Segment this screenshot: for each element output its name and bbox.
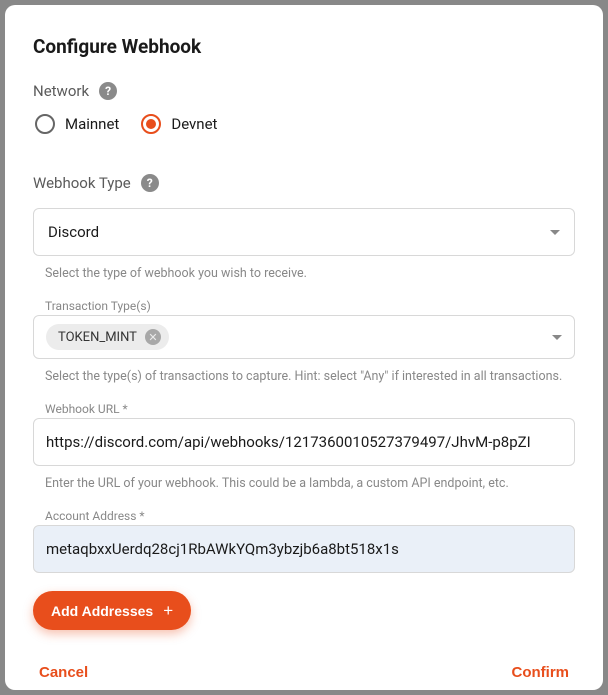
cancel-button[interactable]: Cancel bbox=[33, 660, 94, 685]
chip-remove-icon[interactable]: ✕ bbox=[145, 329, 161, 345]
transaction-types-label: Transaction Type(s) bbox=[33, 299, 575, 313]
radio-dot-icon bbox=[146, 119, 156, 129]
transaction-types-select[interactable]: TOKEN_MINT ✕ bbox=[33, 315, 575, 359]
webhook-url-input[interactable] bbox=[33, 418, 575, 466]
confirm-button[interactable]: Confirm bbox=[506, 660, 576, 685]
radio-circle-icon bbox=[35, 114, 55, 134]
transaction-types-helper: Select the type(s) of transactions to ca… bbox=[33, 369, 575, 384]
radio-devnet-label: Devnet bbox=[171, 115, 217, 133]
webhook-type-select[interactable]: Discord bbox=[33, 208, 575, 256]
radio-circle-selected-icon bbox=[141, 114, 161, 134]
configure-webhook-modal: Configure Webhook Network ? Mainnet Devn… bbox=[5, 5, 603, 690]
transaction-type-chip: TOKEN_MINT ✕ bbox=[46, 324, 169, 350]
chevron-down-icon bbox=[552, 335, 562, 340]
plus-icon: + bbox=[163, 602, 173, 619]
webhook-type-label-row: Webhook Type ? bbox=[33, 174, 575, 192]
chevron-down-icon bbox=[550, 230, 560, 235]
account-address-input[interactable] bbox=[33, 525, 575, 573]
modal-title: Configure Webhook bbox=[33, 35, 575, 58]
help-icon[interactable]: ? bbox=[99, 82, 117, 100]
network-label: Network bbox=[33, 82, 89, 100]
radio-devnet[interactable]: Devnet bbox=[141, 114, 217, 134]
webhook-type-label: Webhook Type bbox=[33, 174, 131, 192]
account-address-label: Account Address * bbox=[33, 509, 575, 523]
network-radio-group: Mainnet Devnet bbox=[33, 114, 575, 134]
webhook-url-label: Webhook URL * bbox=[33, 402, 575, 416]
webhook-type-value: Discord bbox=[48, 223, 99, 241]
add-addresses-button[interactable]: Add Addresses + bbox=[33, 591, 191, 630]
network-label-row: Network ? bbox=[33, 82, 575, 100]
chip-label: TOKEN_MINT bbox=[58, 330, 137, 345]
modal-footer: Cancel Confirm bbox=[33, 630, 575, 685]
add-addresses-label: Add Addresses bbox=[51, 603, 153, 619]
webhook-type-helper: Select the type of webhook you wish to r… bbox=[33, 266, 575, 281]
help-icon[interactable]: ? bbox=[141, 174, 159, 192]
webhook-url-helper: Enter the URL of your webhook. This coul… bbox=[33, 476, 575, 491]
radio-mainnet-label: Mainnet bbox=[65, 115, 119, 133]
radio-mainnet[interactable]: Mainnet bbox=[35, 114, 119, 134]
